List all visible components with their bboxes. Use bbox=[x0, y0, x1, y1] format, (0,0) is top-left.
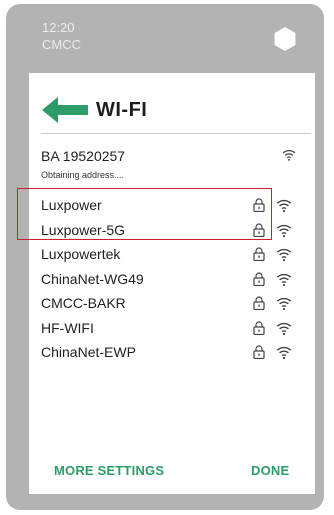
home-hexagon-icon[interactable] bbox=[272, 26, 298, 52]
wifi-icon bbox=[276, 273, 292, 286]
wifi-icon bbox=[276, 346, 292, 360]
status-bar: 12:20 CMCC bbox=[6, 4, 324, 70]
current-network[interactable]: BA 19520257 Obtaining address.... bbox=[41, 148, 313, 188]
network-name: Luxpower bbox=[41, 197, 102, 213]
network-name: Luxpower-5G bbox=[41, 221, 126, 238]
network-list: Luxpower Luxpower-5G Luxpowertek ChinaNe… bbox=[29, 194, 315, 366]
lock-icon bbox=[253, 222, 265, 237]
current-network-ssid: BA 19520257 bbox=[41, 148, 126, 164]
done-button[interactable]: DONE bbox=[251, 463, 289, 478]
status-time: 12:20 bbox=[42, 20, 75, 35]
wifi-screen: WI-FI BA 19520257 Obtaining address.... … bbox=[29, 73, 315, 494]
network-name: CMCC-BAKR bbox=[41, 295, 126, 311]
network-name: ChinaNet-EWP bbox=[41, 344, 136, 360]
wifi-icon bbox=[276, 248, 292, 262]
back-arrow-icon[interactable] bbox=[42, 96, 88, 124]
network-row[interactable]: ChinaNet-EWP bbox=[29, 341, 315, 366]
wifi-icon bbox=[276, 199, 292, 213]
wifi-icon bbox=[282, 150, 296, 161]
network-row[interactable]: HF-WIFI bbox=[29, 317, 315, 342]
network-row[interactable]: ChinaNet-WG49 bbox=[29, 268, 315, 293]
lock-icon bbox=[253, 320, 265, 335]
wifi-icon bbox=[276, 322, 292, 335]
lock-icon bbox=[253, 271, 265, 286]
wifi-icon bbox=[276, 297, 292, 311]
network-name: ChinaNet-WG49 bbox=[41, 270, 144, 287]
status-carrier: CMCC bbox=[42, 37, 81, 52]
lock-icon bbox=[253, 247, 265, 261]
network-row[interactable]: Luxpower bbox=[29, 194, 315, 219]
page-title: WI-FI bbox=[96, 99, 148, 121]
device-frame: 12:20 CMCC WI-FI BA 19520257 Obtaining a… bbox=[6, 4, 324, 510]
lock-icon bbox=[253, 198, 265, 212]
network-row[interactable]: Luxpower-5G bbox=[29, 219, 315, 244]
lock-icon bbox=[253, 296, 265, 310]
lock-icon bbox=[253, 345, 265, 359]
more-settings-button[interactable]: MORE SETTINGS bbox=[54, 463, 164, 478]
network-row[interactable]: CMCC-BAKR bbox=[29, 292, 315, 317]
header: WI-FI bbox=[29, 73, 315, 133]
current-network-status: Obtaining address.... bbox=[41, 170, 125, 180]
network-name: HF-WIFI bbox=[41, 319, 94, 336]
network-row[interactable]: Luxpowertek bbox=[29, 243, 315, 268]
wifi-icon bbox=[276, 224, 292, 237]
divider bbox=[41, 133, 311, 134]
network-name: Luxpowertek bbox=[41, 246, 121, 262]
